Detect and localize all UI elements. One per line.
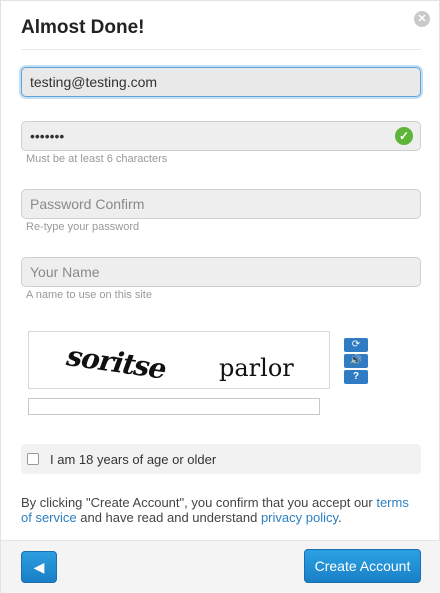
- terms-prefix: By clicking "Create Account", you confir…: [21, 495, 377, 510]
- captcha-image: soritse parlor: [28, 331, 330, 389]
- password-hint: Must be at least 6 characters: [26, 153, 168, 165]
- name-field[interactable]: [21, 257, 421, 287]
- back-button[interactable]: ◀: [21, 551, 57, 583]
- privacy-policy-link[interactable]: privacy policy: [261, 510, 338, 525]
- email-field[interactable]: [21, 67, 421, 97]
- valid-check-icon: ✓: [395, 127, 413, 145]
- name-hint: A name to use on this site: [26, 289, 152, 301]
- dialog-title: Almost Done!: [21, 17, 145, 38]
- captcha-word-2: parlor: [219, 354, 294, 382]
- back-arrow-icon: ◀: [33, 559, 45, 575]
- signup-dialog: Almost Done! ✕ ✓ Must be at least 6 char…: [0, 0, 440, 593]
- captcha-word-1: soritse: [61, 339, 172, 386]
- age-label: I am 18 years of age or older: [50, 452, 217, 467]
- dialog-footer: ◀ Create Account: [1, 540, 440, 593]
- create-account-button[interactable]: Create Account: [304, 549, 421, 583]
- password-confirm-field[interactable]: [21, 189, 421, 219]
- captcha-input[interactable]: [28, 398, 320, 415]
- age-checkbox[interactable]: [27, 453, 39, 465]
- captcha-refresh-icon[interactable]: ⟳: [344, 338, 368, 352]
- captcha-help-icon[interactable]: ?: [344, 370, 368, 384]
- password-confirm-hint: Re-type your password: [26, 221, 140, 233]
- password-field[interactable]: [21, 121, 421, 151]
- divider: [21, 49, 421, 50]
- age-confirm-row[interactable]: I am 18 years of age or older: [21, 444, 421, 474]
- terms-middle: and have read and understand: [76, 510, 261, 525]
- terms-text: By clicking "Create Account", you confir…: [21, 495, 421, 525]
- close-icon[interactable]: ✕: [414, 11, 430, 27]
- captcha-audio-icon[interactable]: 🔊: [344, 354, 368, 368]
- terms-suffix: .: [338, 510, 342, 525]
